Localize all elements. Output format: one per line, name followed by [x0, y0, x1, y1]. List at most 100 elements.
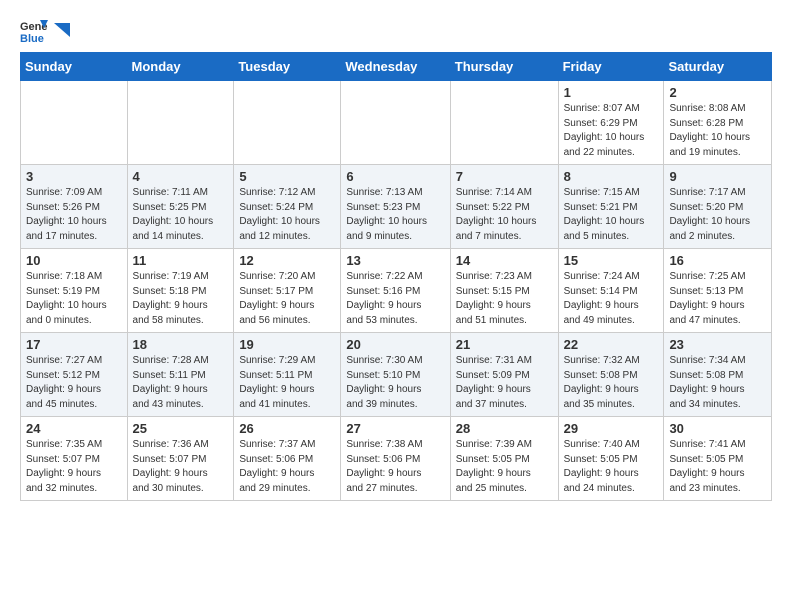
week-row-3: 10 Sunrise: 7:18 AM Sunset: 5:19 PM Dayli…: [21, 249, 772, 333]
day-info: Sunrise: 7:13 AM Sunset: 5:23 PM Dayligh…: [346, 186, 444, 244]
logo: General Blue: [20, 16, 70, 44]
day-number: 11: [133, 253, 229, 268]
day-cell: 14 Sunrise: 7:23 AM Sunset: 5:15 PM Dayli…: [450, 249, 558, 333]
day-number: 12: [239, 253, 335, 268]
day-number: 2: [669, 85, 766, 100]
day-info: Sunrise: 8:08 AM Sunset: 6:28 PM Dayligh…: [669, 102, 766, 160]
day-info: Sunrise: 7:12 AM Sunset: 5:24 PM Dayligh…: [239, 186, 335, 244]
day-cell: 8Sunrise: 7:15 AM Sunset: 5:21 PM Daylig…: [558, 165, 664, 249]
week-row-2: 3 Sunrise: 7:09 AM Sunset: 5:26 PM Daylig…: [21, 165, 772, 249]
day-info: Sunrise: 7:35 AM Sunset: 5:07 PM Dayligh…: [26, 438, 122, 496]
day-number: 26: [239, 421, 335, 436]
day-number: 1: [564, 85, 659, 100]
day-number: 23: [669, 337, 766, 352]
logo-arrow-icon: [54, 23, 70, 37]
day-info: Sunrise: 7:41 AM Sunset: 5:05 PM Dayligh…: [669, 438, 766, 496]
day-cell: 27 Sunrise: 7:38 AM Sunset: 5:06 PM Dayli…: [341, 417, 450, 501]
day-cell: 23 Sunrise: 7:34 AM Sunset: 5:08 PM Dayli…: [664, 333, 772, 417]
day-cell: 29 Sunrise: 7:40 AM Sunset: 5:05 PM Dayli…: [558, 417, 664, 501]
day-number: 27: [346, 421, 444, 436]
day-cell: [450, 81, 558, 165]
day-cell: 12 Sunrise: 7:20 AM Sunset: 5:17 PM Dayli…: [234, 249, 341, 333]
day-info: Sunrise: 7:29 AM Sunset: 5:11 PM Dayligh…: [239, 354, 335, 412]
day-info: Sunrise: 7:17 AM Sunset: 5:20 PM Dayligh…: [669, 186, 766, 244]
day-info: Sunrise: 7:14 AM Sunset: 5:22 PM Dayligh…: [456, 186, 553, 244]
day-cell: 7 Sunrise: 7:14 AM Sunset: 5:22 PM Daylig…: [450, 165, 558, 249]
day-info: Sunrise: 7:20 AM Sunset: 5:17 PM Dayligh…: [239, 270, 335, 328]
day-number: 5: [239, 169, 335, 184]
day-info: Sunrise: 7:23 AM Sunset: 5:15 PM Dayligh…: [456, 270, 553, 328]
day-cell: 16 Sunrise: 7:25 AM Sunset: 5:13 PM Dayli…: [664, 249, 772, 333]
day-cell: 5 Sunrise: 7:12 AM Sunset: 5:24 PM Daylig…: [234, 165, 341, 249]
day-info: Sunrise: 7:15 AM Sunset: 5:21 PM Dayligh…: [564, 186, 659, 244]
week-row-1: 1 Sunrise: 8:07 AM Sunset: 6:29 PM Daylig…: [21, 81, 772, 165]
day-info: Sunrise: 7:18 AM Sunset: 5:19 PM Dayligh…: [26, 270, 122, 328]
day-info: Sunrise: 7:11 AM Sunset: 5:25 PM Dayligh…: [133, 186, 229, 244]
day-number: 3: [26, 169, 122, 184]
weekday-header-row: SundayMondayTuesdayWednesdayThursdayFrid…: [21, 53, 772, 81]
day-number: 30: [669, 421, 766, 436]
day-info: Sunrise: 7:38 AM Sunset: 5:06 PM Dayligh…: [346, 438, 444, 496]
day-info: Sunrise: 7:37 AM Sunset: 5:06 PM Dayligh…: [239, 438, 335, 496]
day-cell: 1 Sunrise: 8:07 AM Sunset: 6:29 PM Daylig…: [558, 81, 664, 165]
day-number: 19: [239, 337, 335, 352]
day-cell: 20 Sunrise: 7:30 AM Sunset: 5:10 PM Dayli…: [341, 333, 450, 417]
day-cell: [127, 81, 234, 165]
day-cell: 4 Sunrise: 7:11 AM Sunset: 5:25 PM Daylig…: [127, 165, 234, 249]
weekday-header-sunday: Sunday: [21, 53, 128, 81]
day-info: Sunrise: 7:19 AM Sunset: 5:18 PM Dayligh…: [133, 270, 229, 328]
day-cell: 17Sunrise: 7:27 AM Sunset: 5:12 PM Dayli…: [21, 333, 128, 417]
day-number: 13: [346, 253, 444, 268]
day-number: 9: [669, 169, 766, 184]
day-number: 16: [669, 253, 766, 268]
day-number: 22: [564, 337, 659, 352]
day-number: 20: [346, 337, 444, 352]
day-number: 14: [456, 253, 553, 268]
weekday-header-thursday: Thursday: [450, 53, 558, 81]
calendar-table: SundayMondayTuesdayWednesdayThursdayFrid…: [20, 52, 772, 501]
day-info: Sunrise: 7:30 AM Sunset: 5:10 PM Dayligh…: [346, 354, 444, 412]
svg-text:Blue: Blue: [20, 33, 44, 44]
day-number: 15: [564, 253, 659, 268]
day-info: Sunrise: 7:31 AM Sunset: 5:09 PM Dayligh…: [456, 354, 553, 412]
day-number: 6: [346, 169, 444, 184]
day-cell: 18 Sunrise: 7:28 AM Sunset: 5:11 PM Dayli…: [127, 333, 234, 417]
day-info: Sunrise: 7:40 AM Sunset: 5:05 PM Dayligh…: [564, 438, 659, 496]
day-cell: [21, 81, 128, 165]
weekday-header-saturday: Saturday: [664, 53, 772, 81]
day-number: 10: [26, 253, 122, 268]
day-number: 25: [133, 421, 229, 436]
day-number: 29: [564, 421, 659, 436]
day-info: Sunrise: 7:09 AM Sunset: 5:26 PM Dayligh…: [26, 186, 122, 244]
day-number: 21: [456, 337, 553, 352]
day-info: Sunrise: 7:22 AM Sunset: 5:16 PM Dayligh…: [346, 270, 444, 328]
day-cell: 30 Sunrise: 7:41 AM Sunset: 5:05 PM Dayli…: [664, 417, 772, 501]
day-cell: 24 Sunrise: 7:35 AM Sunset: 5:07 PM Dayli…: [21, 417, 128, 501]
day-cell: [234, 81, 341, 165]
weekday-header-wednesday: Wednesday: [341, 53, 450, 81]
day-cell: 25 Sunrise: 7:36 AM Sunset: 5:07 PM Dayli…: [127, 417, 234, 501]
day-number: 4: [133, 169, 229, 184]
day-info: Sunrise: 7:36 AM Sunset: 5:07 PM Dayligh…: [133, 438, 229, 496]
day-info: Sunrise: 7:34 AM Sunset: 5:08 PM Dayligh…: [669, 354, 766, 412]
weekday-header-friday: Friday: [558, 53, 664, 81]
day-cell: 9 Sunrise: 7:17 AM Sunset: 5:20 PM Daylig…: [664, 165, 772, 249]
day-number: 18: [133, 337, 229, 352]
day-cell: 11 Sunrise: 7:19 AM Sunset: 5:18 PM Dayli…: [127, 249, 234, 333]
day-cell: 6 Sunrise: 7:13 AM Sunset: 5:23 PM Daylig…: [341, 165, 450, 249]
day-info: Sunrise: 7:28 AM Sunset: 5:11 PM Dayligh…: [133, 354, 229, 412]
day-info: Sunrise: 7:39 AM Sunset: 5:05 PM Dayligh…: [456, 438, 553, 496]
day-info: Sunrise: 8:07 AM Sunset: 6:29 PM Dayligh…: [564, 102, 659, 160]
day-cell: 10 Sunrise: 7:18 AM Sunset: 5:19 PM Dayli…: [21, 249, 128, 333]
day-info: Sunrise: 7:25 AM Sunset: 5:13 PM Dayligh…: [669, 270, 766, 328]
day-number: 24: [26, 421, 122, 436]
day-cell: 22Sunrise: 7:32 AM Sunset: 5:08 PM Dayli…: [558, 333, 664, 417]
day-cell: 3 Sunrise: 7:09 AM Sunset: 5:26 PM Daylig…: [21, 165, 128, 249]
weekday-header-tuesday: Tuesday: [234, 53, 341, 81]
day-number: 7: [456, 169, 553, 184]
day-cell: 19 Sunrise: 7:29 AM Sunset: 5:11 PM Dayli…: [234, 333, 341, 417]
page-header: General Blue: [20, 16, 772, 44]
logo-icon: General Blue: [20, 16, 48, 44]
day-cell: 2 Sunrise: 8:08 AM Sunset: 6:28 PM Daylig…: [664, 81, 772, 165]
day-cell: [341, 81, 450, 165]
